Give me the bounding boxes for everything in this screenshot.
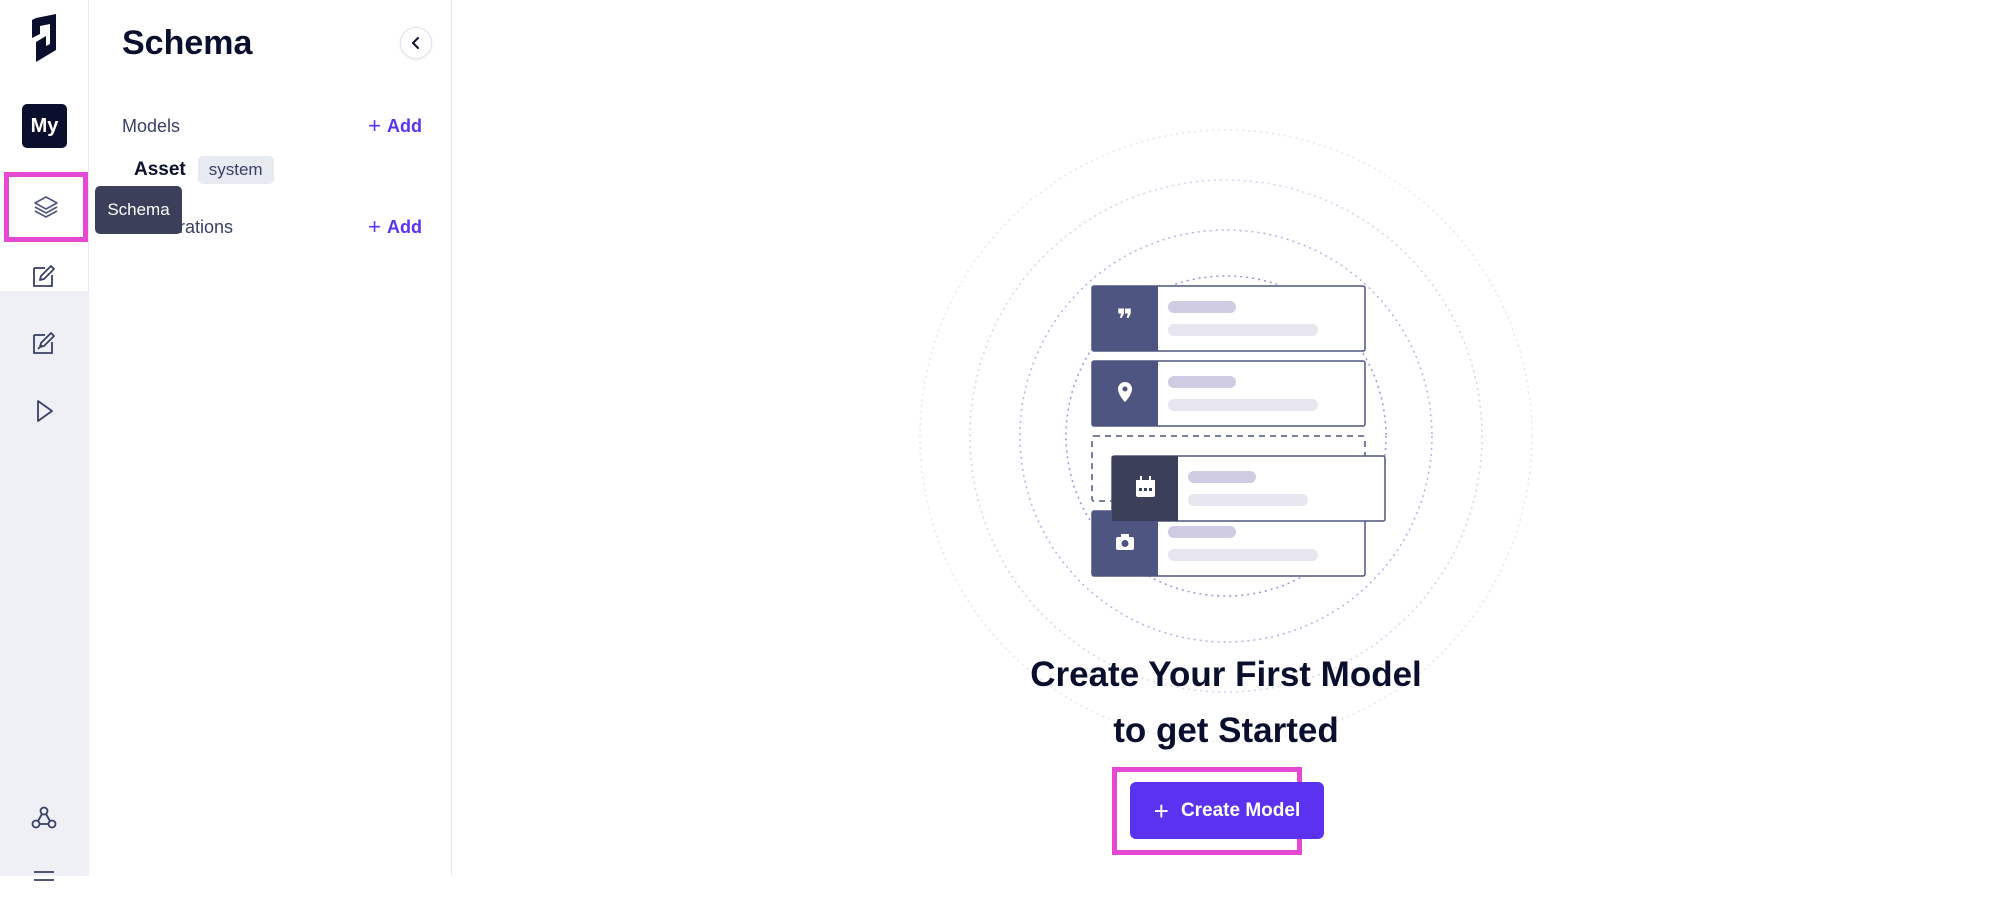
play-icon: [37, 400, 53, 422]
icon-rail: My: [0, 0, 89, 881]
main-empty-state: ❞ Create Your First Model to get Started…: [452, 0, 2000, 876]
layers-icon: [34, 196, 58, 218]
collapse-sidebar-button[interactable]: [400, 27, 432, 59]
rail-item-playground[interactable]: [22, 389, 66, 433]
models-section-label: Models: [122, 115, 181, 136]
add-model-button[interactable]: + Add: [368, 113, 422, 139]
tooltip-text: Schema: [107, 200, 170, 219]
plus-icon: +: [368, 113, 381, 138]
rail-item-content-alt[interactable]: [22, 321, 66, 365]
add-enumeration-button[interactable]: + Add: [368, 214, 422, 240]
create-model-label: Create Model: [1180, 799, 1301, 821]
rail-item-schema[interactable]: [4, 172, 88, 242]
project-avatar[interactable]: My: [22, 104, 67, 148]
hygraph-logo-icon[interactable]: [24, 14, 66, 70]
plus-icon: +: [368, 214, 381, 239]
sliders-icon: [34, 871, 54, 881]
add-model-label: Add: [387, 115, 422, 136]
rail-item-settings[interactable]: [22, 856, 66, 900]
system-badge: system: [197, 156, 274, 184]
tooltip-schema-overlay: Schema: [95, 186, 182, 234]
chevron-left-icon: [412, 37, 419, 49]
models-section-header: Models + Add: [122, 112, 422, 140]
plus-icon: +: [1153, 795, 1169, 826]
model-name: Asset: [134, 159, 186, 180]
rail-item-content[interactable]: [22, 254, 66, 298]
rail-background-lower: [0, 291, 89, 876]
empty-state-headline-line1: Create Your First Model: [1030, 655, 1422, 694]
svg-text:❞: ❞: [1117, 303, 1133, 336]
webhook-icon: [31, 806, 57, 829]
project-initials: My: [30, 114, 59, 137]
empty-state-headline-line2: to get Started: [1113, 711, 1339, 750]
edit-icon: [33, 265, 55, 287]
sidebar-title: Schema: [122, 24, 253, 62]
rail-item-webhooks[interactable]: [22, 796, 66, 840]
add-enumeration-label: Add: [387, 216, 422, 237]
edit-icon: [33, 332, 55, 354]
sidebar-item-asset[interactable]: Asset system: [134, 156, 274, 184]
create-model-button[interactable]: + Create Model: [1130, 782, 1324, 839]
schema-sidebar: Schema Models + Add Asset system Enumera…: [89, 0, 452, 876]
